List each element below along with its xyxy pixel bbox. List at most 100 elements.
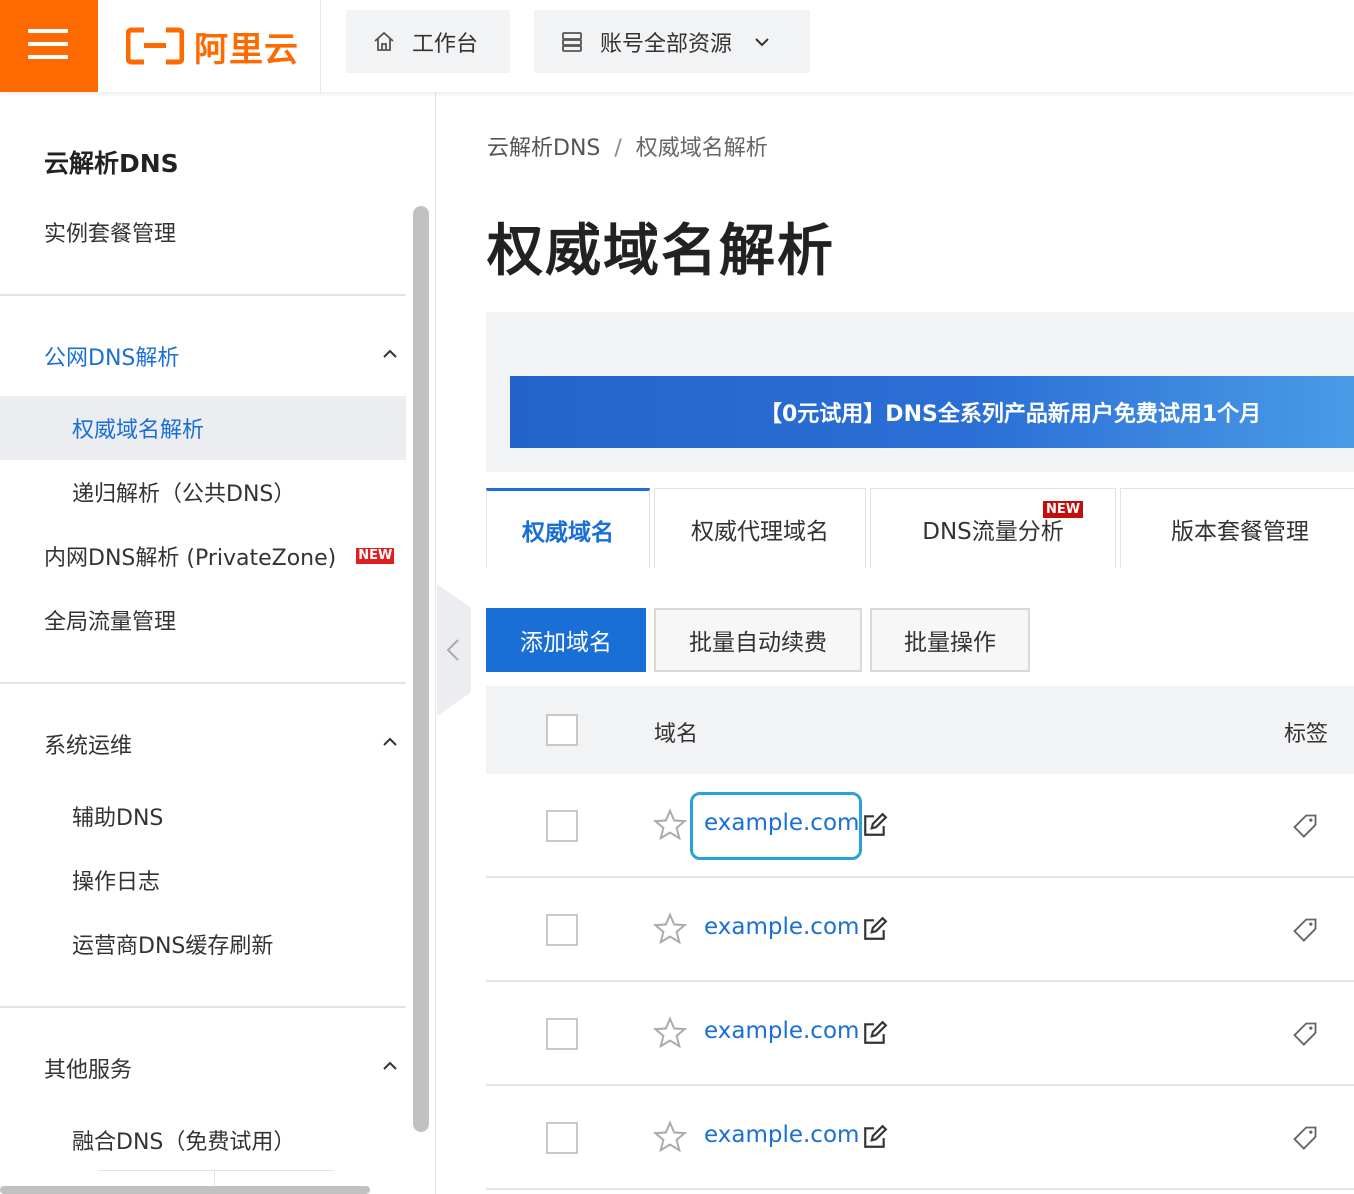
row-checkbox[interactable] <box>546 1018 578 1050</box>
sidebar-item-label: 融合DNS（免费试用） <box>72 1130 296 1155</box>
sidebar-scrollbar[interactable] <box>413 206 429 1132</box>
divider <box>320 0 321 92</box>
sidebar-title: 云解析DNS <box>44 149 179 178</box>
edit-icon[interactable] <box>862 1020 888 1046</box>
logo-text: 阿里云 <box>194 29 299 70</box>
button-label: 批量自动续费 <box>689 630 827 656</box>
resources-dropdown[interactable]: 账号全部资源 <box>534 10 810 73</box>
sidebar-item-authoritative[interactable]: 权威域名解析 <box>0 396 406 460</box>
sidebar-group-other[interactable]: 其他服务 <box>0 1036 406 1100</box>
column-header-tag: 标签 <box>1284 722 1329 747</box>
sidebar-collapse-toggle[interactable] <box>437 584 471 716</box>
edit-icon[interactable] <box>862 916 888 942</box>
chevron-up-icon <box>383 737 397 746</box>
tag-icon[interactable] <box>1291 812 1319 840</box>
edit-icon[interactable] <box>862 812 888 838</box>
add-domain-button[interactable]: 添加域名 <box>486 608 646 672</box>
domain-link[interactable]: example.com <box>704 810 859 836</box>
new-badge: NEW <box>1043 501 1084 518</box>
domain-link[interactable]: example.com <box>704 1018 859 1044</box>
breadcrumb-current: 权威域名解析 <box>635 136 768 161</box>
divider <box>0 1006 406 1008</box>
tab-bar: 权威域名 权威代理域名 DNS流量分析 NEW 版本套餐管理 <box>486 488 1354 568</box>
sidebar-horizontal-scrollbar[interactable] <box>0 1186 370 1194</box>
table-row: example.com <box>486 774 1354 878</box>
tab-label: 权威域名 <box>522 519 614 546</box>
button-label: 批量操作 <box>904 630 996 656</box>
table-row: example.com <box>486 982 1354 1086</box>
tab-plan-management[interactable]: 版本套餐管理 <box>1120 488 1354 568</box>
tab-proxy-domains[interactable]: 权威代理域名 <box>654 488 866 568</box>
aliyun-logo[interactable]: 阿里云 <box>126 24 299 70</box>
tag-icon[interactable] <box>1291 916 1319 944</box>
sidebar-item-private-zone[interactable]: 内网DNS解析 (PrivateZone) NEW <box>0 524 406 588</box>
sidebar-item-cache-refresh[interactable]: 运营商DNS缓存刷新 <box>0 912 406 976</box>
chevron-up-icon <box>383 349 397 358</box>
edit-icon[interactable] <box>862 1124 888 1150</box>
tab-dns-traffic[interactable]: DNS流量分析 NEW <box>870 488 1116 568</box>
domain-link[interactable]: example.com <box>704 1122 859 1148</box>
hamburger-icon-line <box>28 55 68 59</box>
server-icon <box>562 31 582 52</box>
tag-icon[interactable] <box>1291 1124 1319 1152</box>
sidebar-item-label: 运营商DNS缓存刷新 <box>72 934 274 959</box>
workbench-button[interactable]: 工作台 <box>346 10 510 73</box>
table-row: example.com <box>486 878 1354 982</box>
sidebar: 云解析DNS 实例套餐管理 公网DNS解析 权威域名解析 递归解析（公共DNS）… <box>0 92 436 1194</box>
sidebar-item-label: 操作日志 <box>72 870 161 895</box>
chevron-up-icon <box>383 1061 397 1070</box>
banner-text: 【0元试用】DNS全系列产品新用户免费试用1个月 <box>760 402 1262 427</box>
sidebar-item-label: 全局流量管理 <box>44 610 177 635</box>
batch-renew-button[interactable]: 批量自动续费 <box>654 608 862 672</box>
resources-label: 账号全部资源 <box>600 31 733 57</box>
table-row: example.com <box>486 1086 1354 1190</box>
chevron-down-icon <box>755 37 769 46</box>
sidebar-item-recursive[interactable]: 递归解析（公共DNS） <box>0 460 406 524</box>
tab-label: 权威代理域名 <box>691 518 829 545</box>
breadcrumb: 云解析DNS / 权威域名解析 <box>487 130 768 162</box>
top-nav-bar: 阿里云 工作台 账号全部资源 <box>0 0 1354 92</box>
sidebar-item-fusion-dns[interactable]: 融合DNS（免费试用） <box>0 1108 406 1172</box>
page-title: 权威域名解析 <box>487 219 835 284</box>
sidebar-item-label: 辅助DNS <box>72 806 164 831</box>
sidebar-item-secondary-dns[interactable]: 辅助DNS <box>0 784 406 848</box>
star-icon[interactable] <box>652 1015 688 1051</box>
button-label: 添加域名 <box>520 630 612 656</box>
sidebar-group-label: 其他服务 <box>44 1058 133 1083</box>
sidebar-item-global-traffic[interactable]: 全局流量管理 <box>0 588 406 652</box>
sidebar-group-label: 公网DNS解析 <box>44 346 180 371</box>
select-all-checkbox[interactable] <box>546 714 578 746</box>
column-header-domain: 域名 <box>654 722 699 747</box>
workbench-label: 工作台 <box>412 31 479 57</box>
hamburger-icon-line <box>28 42 68 46</box>
row-checkbox[interactable] <box>546 1122 578 1154</box>
sidebar-item-label: 内网DNS解析 (PrivateZone) <box>44 546 337 571</box>
sidebar-item-label: 实例套餐管理 <box>44 222 177 247</box>
breadcrumb-root[interactable]: 云解析DNS <box>487 136 600 161</box>
star-icon[interactable] <box>652 911 688 947</box>
new-badge: NEW <box>356 548 395 564</box>
chevron-left-icon <box>446 639 459 661</box>
batch-ops-button[interactable]: 批量操作 <box>870 608 1030 672</box>
hamburger-icon <box>28 29 68 33</box>
menu-button[interactable] <box>0 0 98 92</box>
sidebar-group-ops[interactable]: 系统运维 <box>0 712 406 776</box>
home-icon <box>374 31 394 51</box>
breadcrumb-separator: / <box>614 136 622 161</box>
sidebar-group-public-dns[interactable]: 公网DNS解析 <box>0 324 406 388</box>
star-icon[interactable] <box>652 807 688 843</box>
promo-banner[interactable]: 【0元试用】DNS全系列产品新用户免费试用1个月 <box>510 376 1354 448</box>
sidebar-item-operation-log[interactable]: 操作日志 <box>0 848 406 912</box>
sidebar-group-label: 系统运维 <box>44 734 133 759</box>
row-checkbox[interactable] <box>546 810 578 842</box>
tab-label: 版本套餐管理 <box>1171 518 1309 545</box>
sidebar-item-label: 递归解析（公共DNS） <box>72 482 296 507</box>
divider <box>0 682 406 684</box>
star-icon[interactable] <box>652 1119 688 1155</box>
tag-icon[interactable] <box>1291 1020 1319 1048</box>
divider <box>0 294 406 296</box>
tab-authoritative-domains[interactable]: 权威域名 <box>486 488 650 568</box>
domain-link[interactable]: example.com <box>704 914 859 940</box>
row-checkbox[interactable] <box>546 914 578 946</box>
sidebar-item-instance[interactable]: 实例套餐管理 <box>0 200 406 264</box>
